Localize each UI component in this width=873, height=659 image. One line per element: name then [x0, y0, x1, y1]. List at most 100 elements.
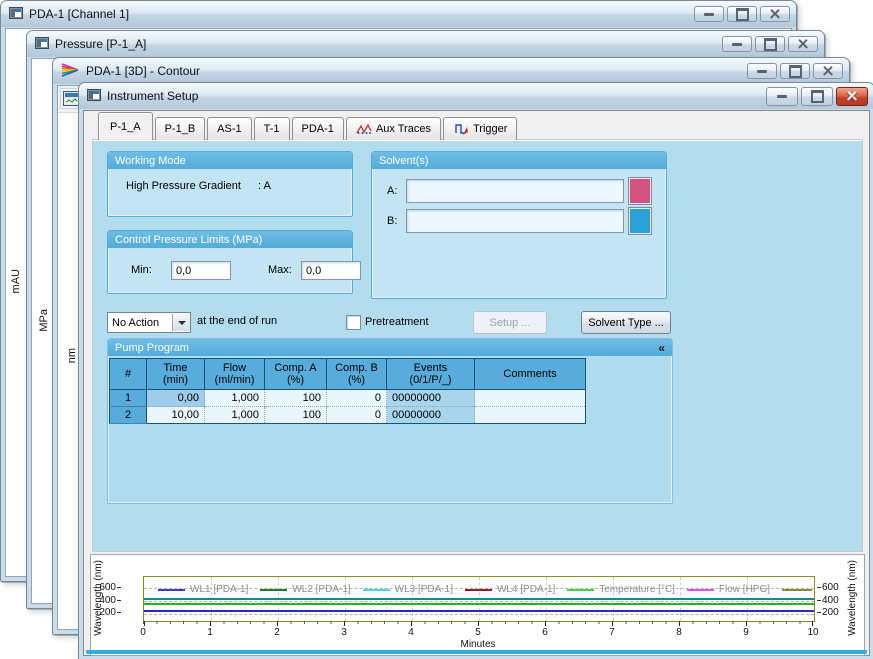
x-tick-label: 5 [468, 627, 488, 638]
column-header[interactable]: Comp. A(%) [265, 359, 327, 390]
pretreatment-checkbox[interactable] [346, 315, 361, 330]
maximize-button[interactable] [755, 36, 785, 52]
column-header[interactable]: # [110, 359, 147, 390]
solvent-label: B: [387, 215, 397, 227]
table-cell[interactable]: 10,00 [147, 407, 205, 424]
minimize-button[interactable] [766, 87, 798, 106]
legend-line-sample [158, 589, 185, 591]
solvents-group: Solvent(s) A:B: [371, 151, 667, 299]
dropdown-value: No Action [108, 317, 172, 329]
solvent-row-a: A: [372, 179, 666, 205]
table-cell[interactable]: 0 [327, 407, 387, 424]
close-button[interactable] [788, 36, 818, 52]
setup-button-label: Setup ... [490, 317, 531, 329]
contour-fan-icon [61, 63, 80, 80]
maximize-icon [764, 38, 777, 51]
titlebar-contour[interactable]: PDA-1 [3D] - Contour [53, 58, 849, 84]
minimize-icon [757, 70, 767, 73]
tab-label: Trigger [473, 123, 507, 135]
tab-p-1-a[interactable]: P-1_A [98, 112, 153, 140]
collapse-panel-icon[interactable]: « [658, 341, 665, 355]
tab-strip: P-1_A P-1_BAS-1T-1PDA-1Aux Traces Trigger [98, 113, 519, 140]
mdi-window-icon [87, 89, 101, 104]
legend-line-sample [363, 589, 390, 591]
max-pressure-field[interactable]: 0,0 [301, 261, 361, 280]
table-cell[interactable]: 100 [265, 390, 327, 407]
aux-traces-chart: Wavelength (nm) Wavelength (nm) 20040060… [90, 554, 865, 656]
table-cell[interactable]: 1,000 [205, 390, 265, 407]
legend-item: WL1 [PDA-1] [158, 584, 248, 595]
x-tick [210, 621, 211, 626]
close-button[interactable] [813, 63, 843, 79]
table-cell[interactable] [475, 390, 586, 407]
x-tick-label: 3 [334, 627, 354, 638]
tab-trigger[interactable]: Trigger [443, 117, 517, 140]
minimize-button[interactable] [722, 36, 752, 52]
titlebar-pressure[interactable]: Pressure [P-1_A] [27, 31, 824, 57]
tab-pda-1[interactable]: PDA-1 [292, 117, 344, 140]
x-tick-label: 4 [401, 627, 421, 638]
table-cell[interactable]: 1,000 [205, 407, 265, 424]
mdi-window-icon [35, 37, 49, 52]
legend-label: WL3 [PDA-1] [395, 584, 453, 595]
setup-button[interactable]: Setup ... [473, 311, 547, 334]
pump-table-body: 10,001,000100000000000210,001,0001000000… [110, 390, 586, 424]
row-number-cell[interactable]: 2 [110, 407, 147, 424]
table-cell[interactable]: 00000000 [387, 390, 475, 407]
working-mode-label: High Pressure Gradient [126, 180, 241, 192]
maximize-icon [789, 65, 802, 78]
column-header[interactable]: Time(min) [147, 359, 205, 390]
y-tick-label: 200 [91, 607, 121, 618]
tab-aux-traces[interactable]: Aux Traces [346, 117, 441, 140]
solvent-type-button[interactable]: Solvent Type ... [581, 311, 671, 334]
tab-p-1-b[interactable]: P-1_B [155, 117, 206, 140]
column-header[interactable]: Comments [475, 359, 586, 390]
x-tick [277, 621, 278, 626]
maximize-button[interactable] [801, 87, 833, 106]
titlebar-instrument-setup[interactable]: Instrument Setup [79, 83, 873, 109]
column-header[interactable]: Comp. B(%) [327, 359, 387, 390]
table-cell[interactable]: 100 [265, 407, 327, 424]
end-of-run-suffix: at the end of run [197, 315, 277, 327]
column-header[interactable]: Events(0/1/P/_) [387, 359, 475, 390]
max-label: Max: [268, 264, 292, 276]
tab-as-1[interactable]: AS-1 [207, 117, 251, 140]
min-pressure-value: 0,0 [176, 265, 191, 277]
maximize-icon [736, 8, 749, 21]
window-title: Pressure [P-1_A] [55, 37, 146, 51]
x-tick-label: 10 [803, 627, 823, 638]
trigger-icon [453, 123, 469, 136]
solvent-color-swatch[interactable] [628, 207, 652, 235]
close-button[interactable] [760, 6, 790, 22]
solvent-name-field[interactable] [406, 179, 624, 203]
row-number-cell[interactable]: 1 [110, 390, 147, 407]
column-header[interactable]: Flow(ml/min) [205, 359, 265, 390]
minimize-button[interactable] [694, 6, 724, 22]
table-cell[interactable] [475, 407, 586, 424]
tab-label: P-1_A [110, 121, 141, 133]
titlebar-pda1-channel1[interactable]: PDA-1 [Channel 1] [1, 1, 796, 27]
aux-traces-icon [356, 123, 372, 135]
legend-label: Flow [HPG] [719, 584, 770, 595]
maximize-button[interactable] [780, 63, 810, 79]
solvent-label: A: [387, 185, 397, 197]
solvent-name-field[interactable] [406, 209, 624, 233]
table-cell[interactable]: 0,00 [147, 390, 205, 407]
window-bottom-edge [86, 650, 867, 654]
y-tick-label: 400 [91, 595, 121, 606]
close-button[interactable] [836, 87, 868, 106]
solvent-color-swatch[interactable] [628, 177, 652, 205]
tab-t-1[interactable]: T-1 [254, 117, 290, 140]
minimize-button[interactable] [747, 63, 777, 79]
table-cell[interactable]: 0 [327, 390, 387, 407]
window-instrument-setup[interactable]: Instrument Setup P-1_AP-1_BAS-1T-1PDA-1A… [78, 82, 873, 659]
dropdown-button[interactable] [172, 314, 190, 331]
end-of-run-action-dropdown[interactable]: No Action [107, 312, 191, 333]
plot-area: WL1 [PDA-1]WL2 [PDA-1]WL3 [PDA-1]WL4 [PD… [143, 576, 815, 622]
legend-line-sample [687, 589, 714, 591]
instrument-setup-client: P-1_AP-1_BAS-1T-1PDA-1Aux TracesTrigger … [83, 110, 870, 656]
table-cell[interactable]: 00000000 [387, 407, 475, 424]
pump-table-header: #Time(min)Flow(ml/min)Comp. A(%)Comp. B(… [110, 359, 586, 390]
min-pressure-field[interactable]: 0,0 [171, 261, 231, 280]
maximize-button[interactable] [727, 6, 757, 22]
